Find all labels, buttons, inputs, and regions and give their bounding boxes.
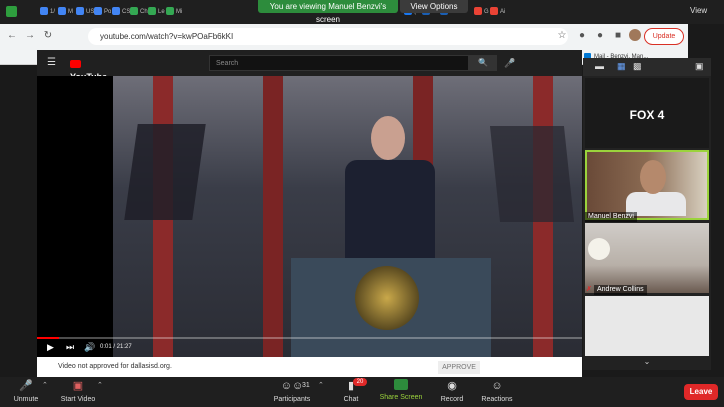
chevron-up-icon[interactable]: ⌃ bbox=[97, 381, 103, 389]
avatar[interactable] bbox=[629, 29, 641, 41]
record-icon: ◉ bbox=[447, 380, 457, 392]
approve-button[interactable]: APPROVE bbox=[438, 361, 480, 374]
gallery-view-icon[interactable]: ▦ bbox=[617, 61, 626, 72]
forward-arrow-icon[interactable]: → bbox=[24, 30, 36, 42]
view-options-button[interactable]: View Options bbox=[400, 0, 468, 13]
tab-favicon-icon bbox=[490, 7, 498, 16]
video-player[interactable] bbox=[37, 76, 582, 357]
leave-button[interactable]: Leave bbox=[684, 384, 718, 400]
minimize-icon[interactable]: ▬ bbox=[595, 61, 604, 71]
participant-video bbox=[588, 238, 610, 260]
panel-header: ▬ ▦ ▩ ▣ bbox=[583, 58, 711, 76]
tab-label: Mi bbox=[176, 9, 183, 15]
search-icon[interactable]: 🔍 bbox=[469, 55, 497, 71]
tab-favicon-icon bbox=[112, 7, 120, 16]
browser-tab[interactable]: CS bbox=[112, 5, 130, 20]
share-banner: You are viewing Manuel Benzvi's screen bbox=[258, 0, 398, 24]
participant-name: Andrew Collins bbox=[594, 285, 647, 295]
youtube-logo[interactable]: YouTube bbox=[70, 56, 114, 82]
update-button[interactable]: Update bbox=[644, 28, 684, 45]
shield-icon bbox=[6, 6, 17, 17]
start-video-button[interactable]: ▣ Start Video bbox=[56, 379, 100, 405]
star-icon[interactable]: ☆ bbox=[556, 30, 568, 42]
tab-favicon-icon bbox=[58, 7, 66, 16]
browser-toolbar: ← → ↻ youtube.com/watch?v=kwPOaFb6kKI ☆ … bbox=[0, 24, 688, 50]
progress-bar-fill bbox=[37, 337, 59, 339]
muted-mic-icon: ✗ bbox=[586, 286, 592, 293]
reactions-button[interactable]: ☺ Reactions bbox=[478, 379, 516, 405]
share-screen-icon bbox=[394, 379, 408, 390]
participant-name: Manuel Benzvi bbox=[585, 212, 637, 222]
tab-label: M bbox=[68, 9, 73, 15]
back-arrow-icon[interactable]: ← bbox=[6, 30, 18, 42]
video-time: 0:01 / 21:27 bbox=[100, 344, 132, 350]
chevron-up-icon[interactable]: ⌃ bbox=[42, 381, 48, 389]
extension-icon[interactable]: ■ bbox=[612, 30, 624, 42]
tab-label: G bbox=[484, 9, 489, 15]
browser-tab[interactable]: Po bbox=[94, 5, 111, 20]
extension-icon[interactable]: ● bbox=[576, 30, 588, 42]
share-screen-button[interactable]: Share Screen bbox=[378, 379, 424, 403]
unmute-button[interactable]: 🎤 Unmute bbox=[8, 379, 44, 405]
browser-tab[interactable]: US bbox=[76, 5, 94, 20]
browser-tab[interactable]: 1/ bbox=[40, 5, 55, 20]
address-bar[interactable]: youtube.com/watch?v=kwPOaFb6kKI bbox=[88, 28, 568, 45]
grid-icon[interactable]: ▩ bbox=[633, 61, 642, 72]
tab-label: 1/ bbox=[50, 9, 56, 15]
browser-tab[interactable]: M bbox=[58, 5, 73, 20]
youtube-play-icon bbox=[70, 59, 81, 68]
progress-bar[interactable] bbox=[37, 337, 582, 339]
volume-icon[interactable]: 🔊 bbox=[84, 341, 95, 353]
participant-video bbox=[640, 160, 666, 194]
tab-label: Le bbox=[158, 9, 165, 15]
video-off-icon: ▣ bbox=[72, 380, 84, 392]
chevron-up-icon[interactable]: ⌃ bbox=[318, 381, 324, 389]
muted-microphone-icon: 🎤 bbox=[19, 380, 33, 392]
participant-tile[interactable] bbox=[585, 296, 709, 356]
extension-icon[interactable]: ● bbox=[594, 30, 606, 42]
browser-tab[interactable]: Le bbox=[148, 5, 165, 20]
play-icon[interactable]: ▶ bbox=[47, 341, 54, 353]
tab-favicon-icon bbox=[474, 7, 482, 16]
microphone-icon[interactable]: 🎤 bbox=[503, 55, 517, 71]
tab-label: Po bbox=[104, 9, 112, 15]
emoji-icon: ☺ bbox=[491, 380, 503, 392]
presidential-seal bbox=[355, 266, 419, 330]
browser-tab[interactable]: Ai bbox=[490, 5, 505, 20]
next-icon[interactable]: ⏭ bbox=[66, 341, 74, 353]
view-button[interactable]: View bbox=[690, 4, 724, 18]
tab-favicon-icon bbox=[166, 7, 174, 16]
tab-label: Ch bbox=[140, 9, 148, 15]
browser-tab[interactable]: Mi bbox=[166, 5, 182, 20]
chevron-down-icon[interactable]: ⌄ bbox=[640, 357, 654, 367]
video-frame bbox=[113, 76, 582, 357]
channel-label: FOX 4 bbox=[629, 108, 665, 122]
tab-favicon-icon bbox=[130, 7, 138, 16]
browser-tab[interactable]: Ch bbox=[130, 5, 148, 20]
reload-icon[interactable]: ↻ bbox=[42, 30, 54, 42]
tab-favicon-icon bbox=[40, 7, 48, 16]
menu-icon[interactable]: ☰ bbox=[47, 57, 56, 69]
record-button[interactable]: ◉ Record bbox=[436, 379, 468, 405]
expand-icon[interactable]: ▣ bbox=[695, 61, 704, 72]
tab-favicon-icon bbox=[76, 7, 84, 16]
tab-favicon-icon bbox=[148, 7, 156, 16]
tab-label: Ai bbox=[500, 9, 506, 15]
notice-text: Video not approved for dallasisd.org. bbox=[58, 363, 172, 370]
chat-badge: 20 bbox=[353, 378, 367, 386]
youtube-search-input[interactable]: Search bbox=[209, 55, 469, 71]
browser-tab[interactable]: G bbox=[474, 5, 489, 20]
participant-count: 31 bbox=[302, 382, 310, 389]
tab-favicon-icon bbox=[94, 7, 102, 16]
